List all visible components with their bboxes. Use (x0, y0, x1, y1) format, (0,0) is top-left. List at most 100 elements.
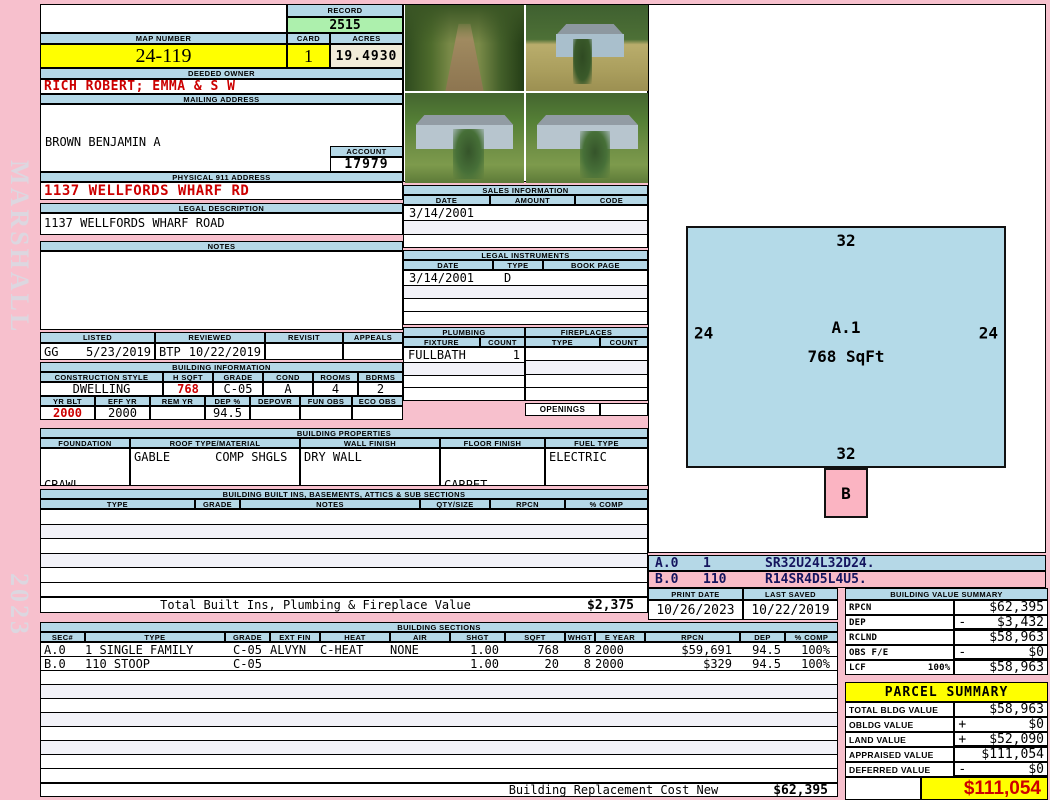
physical-address-value: 1137 WELLFORDS WHARF RD (40, 182, 403, 200)
deeded-owner-label: DEEDED OWNER (40, 68, 403, 79)
print-date-value: 10/26/2023 (648, 600, 743, 620)
foundation-value: CRAWL CINDER BLOCK (40, 448, 130, 486)
rooms-label: ROOMS (313, 372, 358, 382)
vector-sec: B.0 (655, 572, 679, 587)
floor-finish-line1: CARPET (444, 478, 488, 486)
sales-date-label: DATE (403, 195, 490, 205)
effyr-value: 2000 (95, 406, 150, 420)
taxable-value-amount: $111,054 (920, 777, 1048, 800)
bush (452, 129, 484, 179)
sketch-vector-a: A.0 1 SR32U24L32D24. (648, 555, 1046, 571)
bdrms-value: 2 (358, 382, 403, 396)
bs-dep: 94.5 (752, 643, 781, 656)
vector-path: R14SR4D5L4U5. (765, 572, 867, 587)
legal-instrument-row (404, 312, 647, 324)
funobs-label: FUN OBS (300, 396, 352, 406)
bs-rpcn: $329 (703, 657, 732, 670)
bs-whgt: 8 (583, 643, 591, 656)
building-information-title: BUILDING INFORMATION (40, 362, 403, 372)
dimension-left: 24 (694, 323, 714, 343)
bs-empty-row (41, 741, 837, 755)
instrument-type: D (504, 271, 512, 285)
bvs-op: - (958, 615, 967, 630)
grade-label: GRADE (213, 372, 263, 382)
building-properties-title: BUILDING PROPERTIES (40, 428, 648, 438)
fireplace-count-label: COUNT (600, 337, 648, 347)
bs-extfin-label: EXT FIN (270, 632, 320, 642)
remyr-value (150, 406, 205, 420)
bs-air (390, 657, 450, 670)
bs-sec: B.0 (44, 657, 66, 670)
house-roof (556, 23, 624, 35)
fuel-type-value: ELECTRIC (545, 448, 648, 486)
bvs-value: $58,963 (989, 660, 1044, 675)
cond-value: A (263, 382, 313, 396)
bs-type: 1 SINGLE FAMILY (85, 643, 194, 656)
wall-finish-label: WALL FINISH (300, 438, 440, 448)
bs-air-label: AIR (390, 632, 450, 642)
bvs-label: OBS F/E (849, 647, 889, 658)
vector-num: 1 (703, 555, 711, 571)
parcel-summary: TOTAL BLDG VALUE $58,963 OBLDG VALUE + $0… (845, 702, 1048, 777)
bi-qty-label: QTY/SIZE (420, 499, 490, 509)
plumbing-row (404, 363, 524, 376)
bs-whgt-label: WHGT (565, 632, 595, 642)
reviewed-by: BTP (159, 344, 181, 359)
built-ins-row (41, 568, 647, 583)
photo-house-side-1 (405, 93, 524, 183)
legal-instrument-row (404, 299, 647, 312)
bvs-op: - (958, 645, 967, 660)
bs-grade-label: GRADE (225, 632, 270, 642)
bs-empty-row (41, 699, 837, 713)
ps-value: $52,090 (989, 732, 1044, 747)
ps-row-totalbldg: TOTAL BLDG VALUE $58,963 (845, 702, 1048, 717)
listed-label: LISTED (40, 332, 155, 343)
bs-empty-row (41, 713, 837, 727)
fireplace-row (526, 361, 647, 375)
mailing-address-label: MAILING ADDRESS (40, 94, 403, 104)
grade-value: C-05 (213, 382, 263, 396)
sales-information-title: SALES INFORMATION (403, 185, 648, 195)
sketch-section-a: 32 24 24 A.1 768 SqFt 32 (686, 226, 1006, 468)
bs-shgt-label: SHGT (450, 632, 505, 642)
yrblt-label: YR BLT (40, 396, 95, 406)
bi-type-label: TYPE (40, 499, 195, 509)
ps-op: + (958, 717, 967, 732)
built-ins-row (41, 583, 647, 597)
revisit-value (265, 343, 343, 360)
dimension-bottom: 32 (836, 444, 856, 463)
building-value-summary-title: BUILDING VALUE SUMMARY (845, 588, 1048, 600)
bvs-pct: 100% (927, 662, 951, 673)
bs-dep: 94.5 (752, 657, 781, 670)
plumbing-rows: FULLBATH 1 (403, 347, 525, 401)
openings-value (600, 403, 648, 416)
roof-label: ROOF TYPE/MATERIAL (130, 438, 300, 448)
bvs-row-obs: ​OBS F/E -$0 (845, 645, 1048, 660)
bs-grade: C-05 (233, 657, 262, 670)
bs-sqft-label: SQFT (505, 632, 565, 642)
ps-row-appraised: APPRAISED VALUE $111,054 (845, 747, 1048, 762)
yrblt-value: 2000 (40, 406, 95, 420)
bvs-row-rpcn: ​RPCN $62,395 (845, 600, 1048, 615)
photo-house-side-2 (526, 93, 649, 183)
roof-type: GABLE (134, 450, 171, 464)
sketch-area: 32 24 24 A.1 768 SqFt 32 B (648, 4, 1046, 553)
bs-type: 110 STOOP (85, 657, 151, 670)
property-photos (403, 4, 649, 183)
construction-style-label: CONSTRUCTION STYLE (40, 372, 163, 382)
listed-date: 5/23/2019 (85, 344, 151, 359)
section-label: A.1 (831, 318, 861, 338)
fixture-count-label: COUNT (480, 337, 525, 347)
bs-type-label: TYPE (85, 632, 225, 642)
fireplace-row (526, 348, 647, 362)
taxable-value-row: TAXABLE VALUE $111,054 (845, 777, 1048, 800)
bvs-label: LCF (849, 662, 866, 673)
built-ins-row (41, 510, 647, 525)
openings-label: OPENINGS (525, 403, 600, 416)
revisit-label: REVISIT (265, 332, 343, 343)
plumbing-title: PLUMBING (403, 327, 525, 337)
li-bookpage-label: BOOK PAGE (543, 260, 648, 270)
sales-amount-label: AMOUNT (490, 195, 575, 205)
vendor-watermark: MARSHALL (5, 160, 34, 335)
sales-code-label: CODE (575, 195, 648, 205)
